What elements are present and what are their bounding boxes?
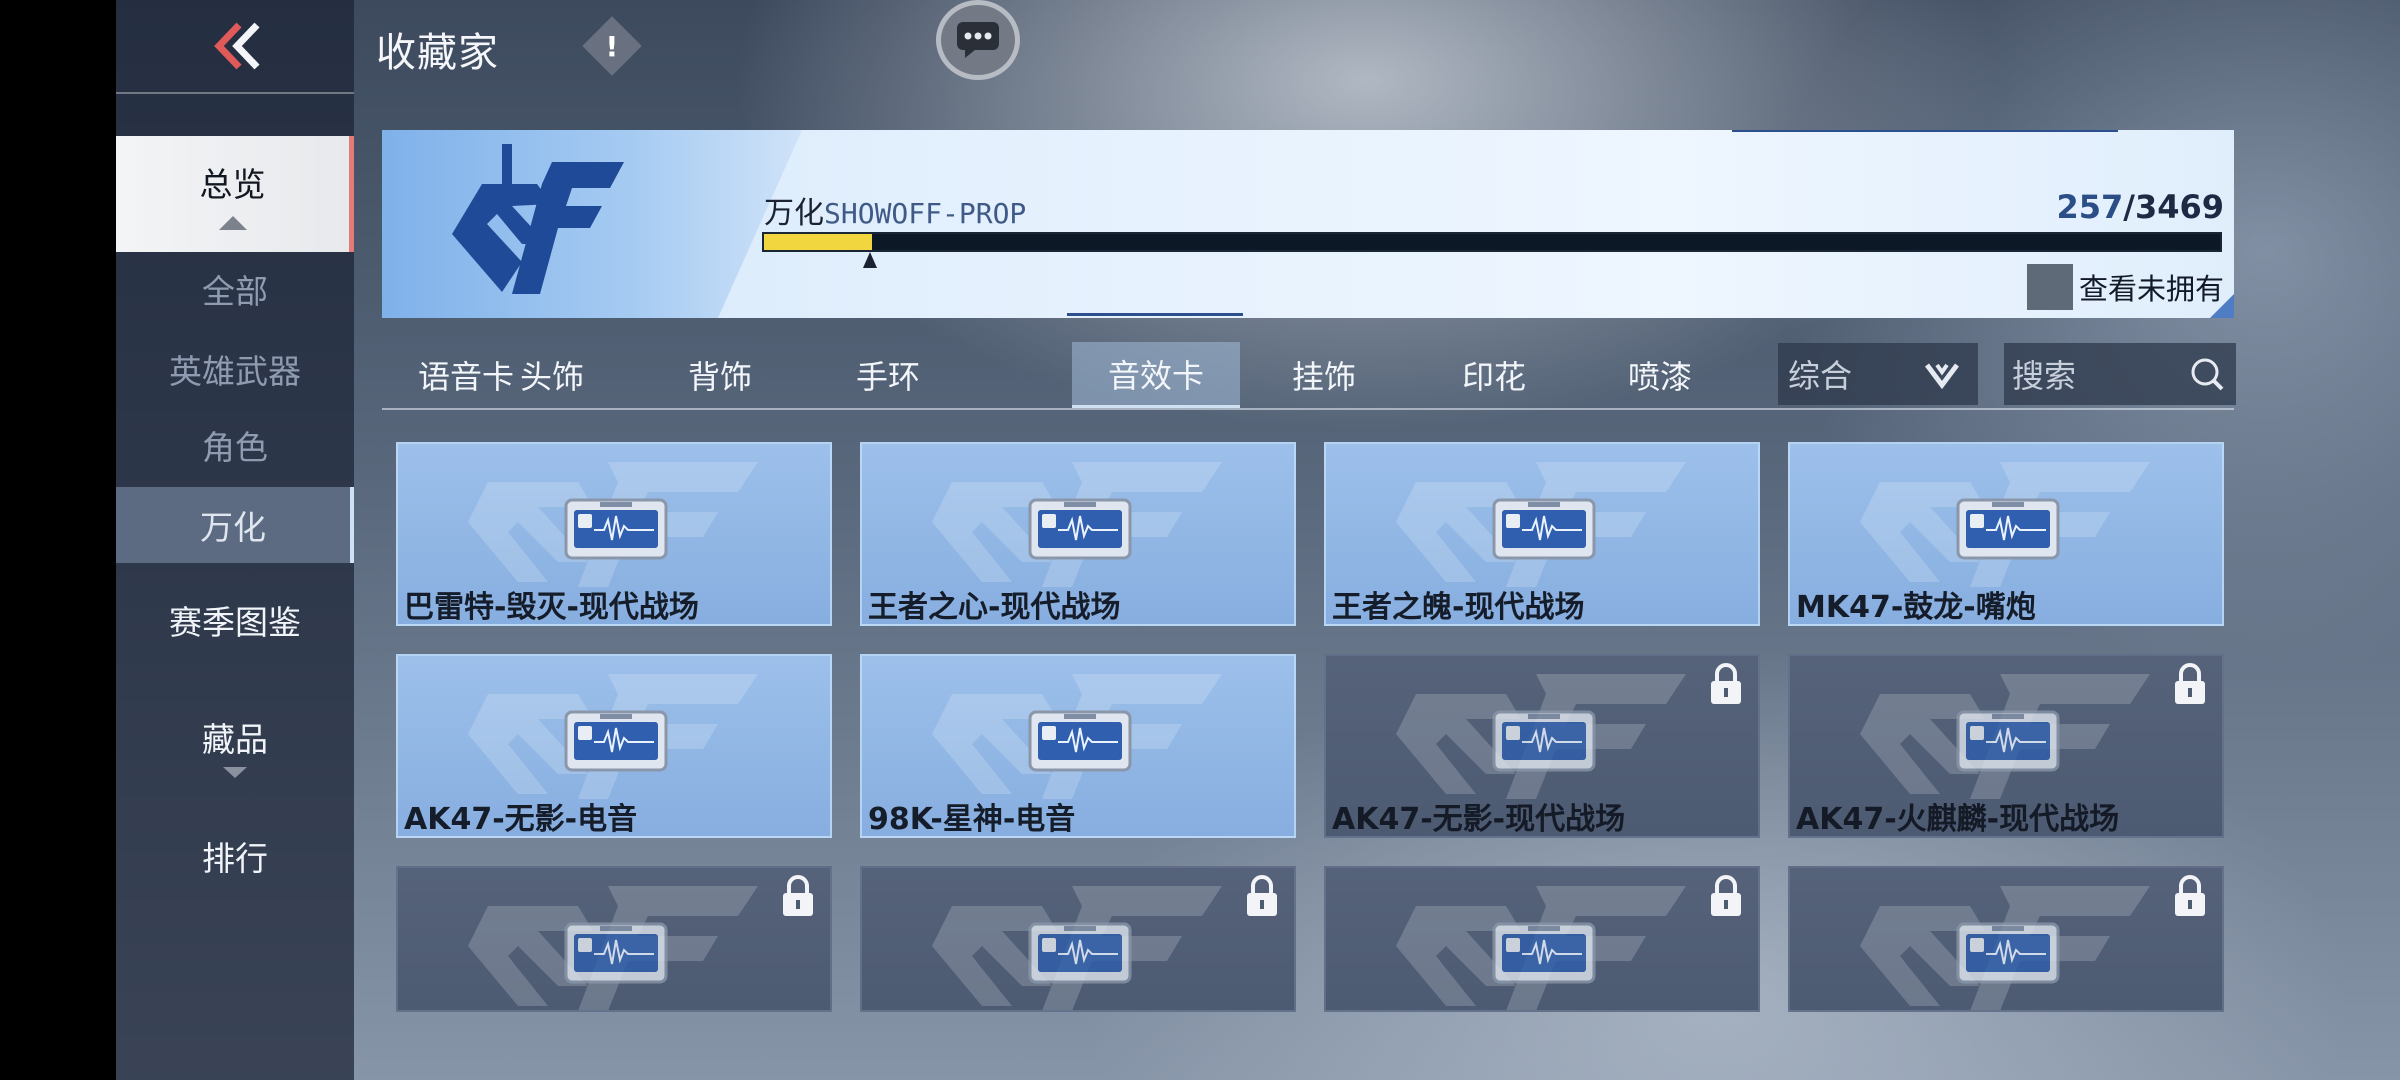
page-title: 收藏家 (376, 30, 499, 76)
item-card[interactable]: MK47-鼓龙-嘴炮 (1788, 442, 2224, 626)
sound-card-icon (1956, 498, 2060, 560)
back-button[interactable] (116, 0, 354, 92)
item-name: 巴雷特-毁灭-现代战场 (404, 590, 699, 625)
collection-count: 257/3469 (2056, 188, 2224, 226)
sound-card-icon (1028, 710, 1132, 772)
tab-backpiece[interactable]: 背饰 (636, 342, 804, 408)
lock-icon (783, 875, 813, 916)
item-card[interactable]: AK47-无影-现代战场 (1324, 654, 1760, 838)
nav-overview[interactable]: 总览 (116, 136, 354, 252)
nav-season-atlas[interactable]: 赛季图鉴 (116, 580, 354, 660)
sort-select[interactable]: 综合 (1778, 343, 1978, 405)
sound-card-icon (564, 710, 668, 772)
sound-card-icon (1956, 922, 2060, 984)
progress-marker-icon (863, 252, 878, 268)
lock-icon (1247, 875, 1277, 916)
banner-corner (2210, 294, 2234, 318)
banner-category: 万化SHOWOFF-PROP (764, 196, 1027, 231)
item-card[interactable] (860, 866, 1296, 1012)
item-name: AK47-火麒麟-现代战场 (1796, 802, 2120, 837)
item-card[interactable]: AK47-火麒麟-现代战场 (1788, 654, 2224, 838)
sound-card-icon (1492, 922, 1596, 984)
sound-card-icon (1028, 922, 1132, 984)
sound-card-icon (564, 498, 668, 560)
item-card[interactable]: 王者之魄-现代战场 (1324, 442, 1760, 626)
lock-icon (2175, 875, 2205, 916)
search-input[interactable]: 搜索 (2004, 343, 2236, 405)
sound-card-icon (564, 922, 668, 984)
lock-icon (1711, 875, 1741, 916)
search-icon (2191, 358, 2224, 391)
tab-charm[interactable]: 挂饰 (1240, 342, 1408, 408)
tab-spray[interactable]: 喷漆 (1576, 342, 1744, 408)
item-card[interactable] (1788, 866, 2224, 1012)
tab-decal[interactable]: 印花 (1410, 342, 1578, 408)
item-card[interactable] (1324, 866, 1760, 1012)
item-name: MK47-鼓龙-嘴炮 (1796, 590, 2036, 625)
item-name: 王者之心-现代战场 (868, 590, 1121, 625)
checkbox[interactable] (2026, 264, 2073, 310)
nav-sub-hero-weapons[interactable]: 英雄武器 (116, 334, 354, 404)
item-name: AK47-无影-现代战场 (1332, 802, 1626, 837)
sound-card-icon (1492, 498, 1596, 560)
progress-fill (764, 234, 872, 250)
banner-decor-line (1067, 313, 1243, 316)
expand-up-icon (218, 216, 247, 230)
sound-card-icon (1492, 710, 1596, 772)
item-name: 王者之魄-现代战场 (1332, 590, 1585, 625)
expand-down-icon (223, 766, 247, 778)
item-card[interactable] (396, 866, 832, 1012)
nav-sub-characters[interactable]: 角色 (116, 410, 354, 480)
item-name: AK47-无影-电音 (404, 802, 638, 837)
item-card[interactable]: 王者之心-现代战场 (860, 442, 1296, 626)
show-unowned-toggle[interactable]: 查看未拥有 (2026, 264, 2224, 310)
tab-headwear[interactable]: 头饰 (468, 342, 636, 408)
chevron-down-icon (1925, 363, 1959, 389)
sidebar-divider (116, 92, 354, 94)
tab-bracelet[interactable]: 手环 (804, 342, 972, 408)
item-card[interactable]: 巴雷特-毁灭-现代战场 (396, 442, 832, 626)
nav-sub-wanhua[interactable]: 万化 (116, 487, 354, 563)
lock-icon (2175, 663, 2205, 704)
collection-progress-bar (762, 232, 2222, 252)
chat-bubble-icon[interactable] (936, 0, 1020, 80)
sound-card-icon (1956, 710, 2060, 772)
nav-collection[interactable]: 藏品 (116, 700, 354, 790)
item-card[interactable]: 98K-星神-电音 (860, 654, 1296, 838)
back-chevron-icon (214, 22, 260, 70)
collection-progress-banner: 万化SHOWOFF-PROP 257/3469 查看未拥有 (382, 130, 2234, 318)
banner-decor-line (1732, 130, 2118, 132)
item-name: 98K-星神-电音 (868, 802, 1076, 837)
sound-card-icon (1028, 498, 1132, 560)
nav-sub-all[interactable]: 全部 (116, 254, 354, 324)
tab-sound-card[interactable]: 音效卡 (1072, 342, 1240, 408)
nav-ranking[interactable]: 排行 (116, 816, 354, 896)
lock-icon (1711, 663, 1741, 704)
cf-logo-icon (452, 144, 624, 294)
item-card[interactable]: AK47-无影-电音 (396, 654, 832, 838)
